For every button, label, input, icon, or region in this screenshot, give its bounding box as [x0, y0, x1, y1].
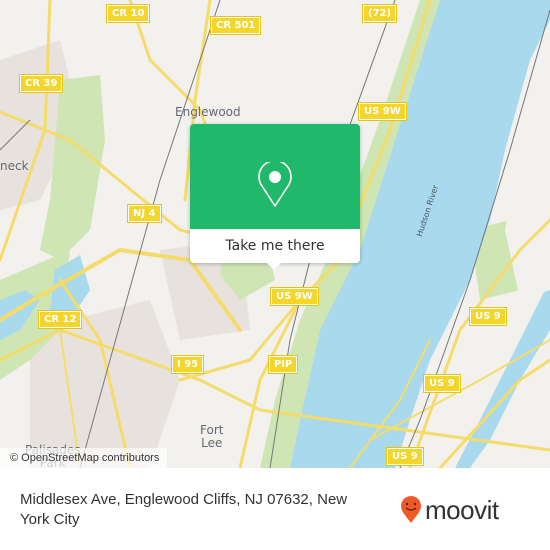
place-label: neck: [0, 159, 29, 173]
road-shield: PIP: [267, 355, 299, 374]
road-shield: US 9: [423, 374, 461, 393]
road-shield: CR 39: [18, 74, 64, 93]
map-attribution[interactable]: © OpenStreetMap contributors: [0, 448, 168, 468]
place-label: Fort Lee: [200, 423, 224, 450]
road-shield: CR 501: [209, 16, 262, 35]
road-shield: (72): [361, 4, 398, 23]
take-me-there-popup[interactable]: Take me there: [190, 124, 360, 270]
moovit-logo[interactable]: moovit: [400, 496, 499, 524]
place-label: Englewood: [175, 105, 241, 119]
popup-pointer: [266, 262, 282, 270]
road-shield: US 9: [469, 307, 507, 326]
moovit-pin-icon: [401, 496, 421, 523]
road-shield: CR 10: [105, 4, 151, 23]
map-view[interactable]: Englewood neck Fort Lee Palisades Park H…: [0, 0, 550, 468]
road-shield: I 95: [170, 355, 205, 374]
road-shield: US 9: [386, 447, 424, 466]
road-shield: US 9W: [270, 287, 319, 306]
moovit-logo-text: moovit: [425, 495, 499, 525]
road-shield: NJ 4: [127, 204, 162, 223]
road-shield: US 9W: [358, 102, 407, 121]
take-me-there-button[interactable]: Take me there: [190, 229, 360, 263]
address-text: Middlesex Ave, Englewood Cliffs, NJ 0763…: [20, 491, 348, 528]
location-pin-icon: [258, 162, 292, 207]
popup-header[interactable]: [190, 124, 360, 229]
footer: Middlesex Ave, Englewood Cliffs, NJ 0763…: [0, 468, 550, 550]
road-shield: CR 12: [37, 310, 83, 329]
